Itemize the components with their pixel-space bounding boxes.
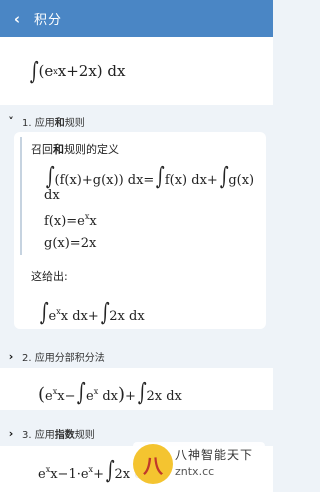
expr-part: e <box>86 389 94 404</box>
expr-part: x dx+ <box>60 309 99 324</box>
chevron-down-icon[interactable]: ˅ <box>0 115 22 128</box>
text-part: 召回 <box>31 143 53 156</box>
expr-part: f(x) dx+ <box>164 173 218 188</box>
expr-part: x− <box>57 389 76 404</box>
recall-text: 召回和规则的定义 <box>31 141 119 157</box>
vertical-divider <box>20 137 22 255</box>
expr-part: x−1·e <box>50 467 89 482</box>
chevron-left-icon[interactable]: ‹ <box>0 10 34 28</box>
expr-part: e <box>45 389 53 404</box>
chevron-right-icon[interactable]: › <box>0 427 22 440</box>
text-bold: 和 <box>53 143 64 156</box>
watermark-title: 八神智能天下 <box>175 448 254 462</box>
watermark: 八 八神智能天下 zntx.cc <box>133 442 265 486</box>
expr-part: g(x) <box>228 173 255 188</box>
label-part: 规则 <box>64 117 85 129</box>
app-header: ‹ 积分 <box>0 0 273 37</box>
expr-part: (f(x)+g(x)) dx= <box>54 173 155 188</box>
f-definition: f(x)=exx <box>44 212 97 229</box>
step-2-label: 2. 应用分部积分法 <box>22 352 105 364</box>
expr-part: + <box>125 389 136 404</box>
watermark-logo: 八 <box>133 444 173 484</box>
step-3-label: 3. 应用指数规则 <box>22 426 95 441</box>
rule-dx: dx <box>44 188 60 203</box>
g-definition: g(x)=2x <box>44 236 97 251</box>
gives-text: 这给出: <box>31 270 68 283</box>
watermark-url: zntx.cc <box>175 465 215 478</box>
label-part: 3. 应用 <box>22 429 55 441</box>
step-1-result: ∫exx dx+∫2x dx <box>39 298 145 326</box>
expr-part: 2x dx <box>146 389 182 404</box>
expr-part: e <box>38 467 46 482</box>
expr-part: x+2x) dx <box>57 62 126 80</box>
page-title: 积分 <box>34 13 63 28</box>
label-part: 1. 应用 <box>22 117 55 129</box>
step-2-header[interactable]: › 2. 应用分部积分法 <box>0 345 273 367</box>
step-1-header[interactable]: ˅ 1. 应用和规则 <box>0 110 273 132</box>
expr-part: x <box>89 214 97 229</box>
problem-expression: ∫ (e x x+2x) dx <box>0 37 273 105</box>
label-bold: 指数 <box>54 429 75 441</box>
text-part: 规则的定义 <box>64 143 119 156</box>
expr-part: f(x)=e <box>44 214 85 229</box>
label-part: 规则 <box>74 429 95 441</box>
integral-sign: ∫ <box>29 57 39 85</box>
expr-part: dx <box>98 389 119 404</box>
expr-part: + <box>93 467 104 482</box>
expr-part: 2x dx <box>109 309 145 324</box>
step-1-label: 1. 应用和规则 <box>22 114 85 129</box>
sum-rule-expression: ∫(f(x)+g(x)) dx=∫f(x) dx+∫g(x) <box>45 162 255 190</box>
step-2-expression: (exx−∫ex dx)+∫2x dx <box>38 378 182 406</box>
label-bold: 和 <box>54 117 65 129</box>
step-3-header[interactable]: › 3. 应用指数规则 <box>0 422 273 444</box>
chevron-right-icon[interactable]: › <box>0 350 22 363</box>
expr-part: (e <box>38 62 54 80</box>
